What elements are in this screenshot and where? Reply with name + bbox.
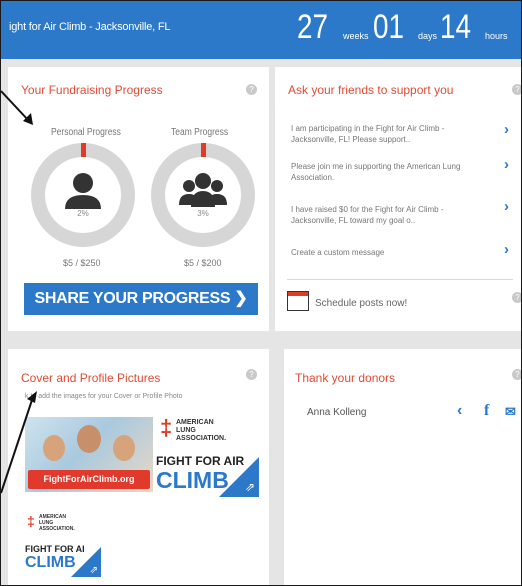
countdown-weeks-value: 27 (297, 8, 329, 46)
team-icon (179, 173, 227, 207)
schedule-posts-link[interactable]: Schedule posts now! (315, 298, 407, 309)
lung-line-1: AMERICAN (176, 419, 214, 426)
chevron-right-icon[interactable]: › (504, 241, 509, 258)
annotation-arrow-bottom (1, 391, 37, 494)
lung-cross-icon: ‡ (160, 415, 173, 440)
personal-progress-fill (81, 143, 86, 157)
annotation-arrow-top (1, 90, 33, 125)
small-logo-option[interactable]: ‡ AMERICAN LUNG ASSOCIATION. FIGHT FOR A… (25, 509, 101, 577)
chevron-left-icon[interactable]: ‹ (457, 402, 462, 420)
share-icon[interactable]: ⇗ (245, 480, 255, 494)
team-amount: $5 / $200 (184, 258, 222, 268)
personal-amount: $5 / $250 (63, 258, 101, 268)
team-progress-label: Team Progress (171, 127, 229, 138)
message-3[interactable]: I have raised $0 for the Fight for Air C… (291, 204, 489, 226)
countdown-hours-value: 14 (440, 8, 472, 46)
countdown-weeks-unit: weeks (343, 31, 369, 41)
countdown-hours-unit: hours (485, 31, 508, 41)
team-percent: 3% (197, 209, 209, 218)
facebook-icon[interactable]: f (484, 402, 489, 420)
friends-panel (275, 67, 521, 331)
header-bar: ight for Air Climb - Jacksonville, FL 27… (1, 1, 521, 59)
person-icon (65, 173, 101, 209)
share-icon[interactable]: ⇗ (90, 565, 98, 576)
calendar-icon[interactable] (287, 291, 309, 311)
personal-percent: 2% (77, 209, 89, 218)
personal-progress-label: Personal Progress (51, 127, 121, 138)
personal-progress-donut: 2% (31, 143, 135, 247)
help-icon[interactable]: ? (512, 369, 521, 380)
app-frame: ight for Air Climb - Jacksonville, FL 27… (0, 0, 522, 586)
event-title: ight for Air Climb - Jacksonville, FL (9, 21, 171, 33)
help-icon[interactable]: ? (246, 369, 257, 380)
divider (287, 279, 513, 280)
share-progress-button[interactable]: SHARE YOUR PROGRESS ❯ (24, 283, 258, 315)
lung-cross-icon: ‡ (27, 513, 35, 529)
countdown-days-value: 01 (373, 8, 405, 46)
chevron-right-icon[interactable]: › (504, 121, 509, 138)
divider (274, 111, 275, 319)
message-2[interactable]: Please join me in supporting the America… (291, 161, 489, 183)
donor-name: Anna Kolleng (307, 407, 367, 418)
help-icon[interactable]: ? (512, 84, 521, 95)
help-icon[interactable]: ? (512, 292, 521, 303)
countdown-days-unit: days (418, 31, 438, 41)
message-4[interactable]: Create a custom message (291, 247, 489, 258)
friends-title: Ask your friends to support you (288, 83, 454, 97)
chevron-right-icon[interactable]: › (504, 156, 509, 173)
climb-text: CLIMB (156, 467, 229, 493)
message-1[interactable]: I am participating in the Fight for Air … (291, 123, 489, 145)
lung-line-2: LUNG (176, 427, 196, 434)
lung-line-3: ASSOCIATION. (176, 435, 227, 442)
team-progress-donut: 3% (151, 143, 255, 247)
chevron-right-icon[interactable]: › (504, 198, 509, 215)
email-icon[interactable]: ✉ (505, 404, 516, 420)
team-progress-fill (201, 143, 206, 157)
help-icon[interactable]: ? (246, 84, 257, 95)
profile-logo-option[interactable]: ‡ AMERICAN LUNG ASSOCIATION. FIGHT FOR A… (154, 411, 259, 497)
donors-title: Thank your donors (295, 371, 396, 385)
